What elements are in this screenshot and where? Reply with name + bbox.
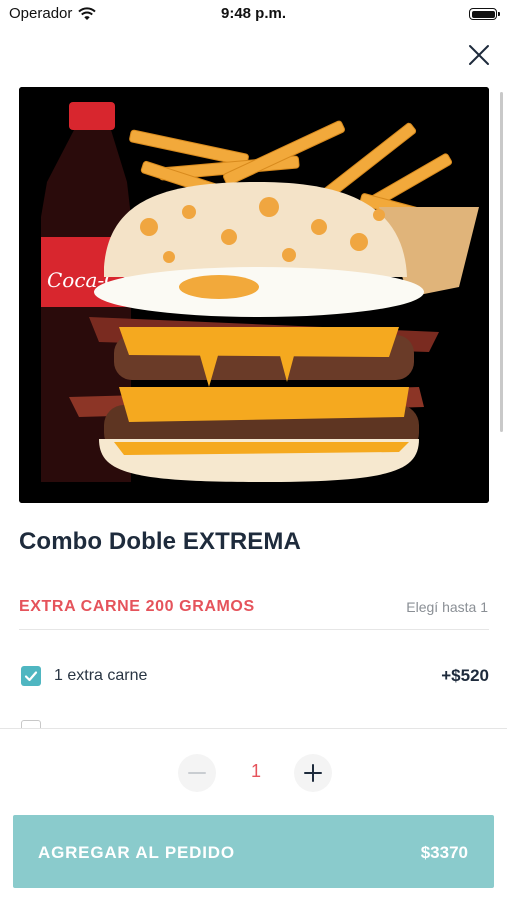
battery-icon [469, 8, 500, 20]
scrollbar[interactable] [500, 92, 503, 432]
plus-icon [304, 764, 322, 782]
product-image: Coca-Cola [19, 87, 489, 503]
clock: 9:48 p.m. [220, 5, 287, 22]
close-button[interactable] [466, 42, 492, 68]
status-bar: Operador 9:48 p.m. [0, 0, 507, 28]
decrease-button[interactable] [178, 754, 216, 792]
option-label: 1 extra carne [54, 667, 148, 684]
burger-combo-illustration: Coca-Cola [19, 87, 489, 503]
option-price: +$520 [441, 666, 489, 685]
add-to-order-label: AGREGAR AL PEDIDO [38, 843, 235, 862]
quantity-value: 1 [250, 761, 261, 781]
increase-button[interactable] [294, 754, 332, 792]
quantity-stepper[interactable]: 1 [178, 754, 334, 792]
checkbox-checked[interactable] [21, 666, 41, 686]
add-to-order-button[interactable]: AGREGAR AL PEDIDO $3370 [13, 815, 494, 888]
minus-icon [188, 772, 206, 774]
option-group-title: EXTRA CARNE 200 GRAMOS [19, 598, 255, 615]
order-total: $3370 [420, 843, 468, 862]
option-group-hint: Elegí hasta 1 [406, 599, 488, 615]
check-icon [24, 671, 38, 682]
option-row-extra-carne[interactable]: 1 extra carne +$520 [19, 662, 489, 690]
divider [19, 629, 489, 630]
close-icon [469, 45, 489, 65]
product-title: Combo Doble EXTREMA [19, 528, 301, 555]
